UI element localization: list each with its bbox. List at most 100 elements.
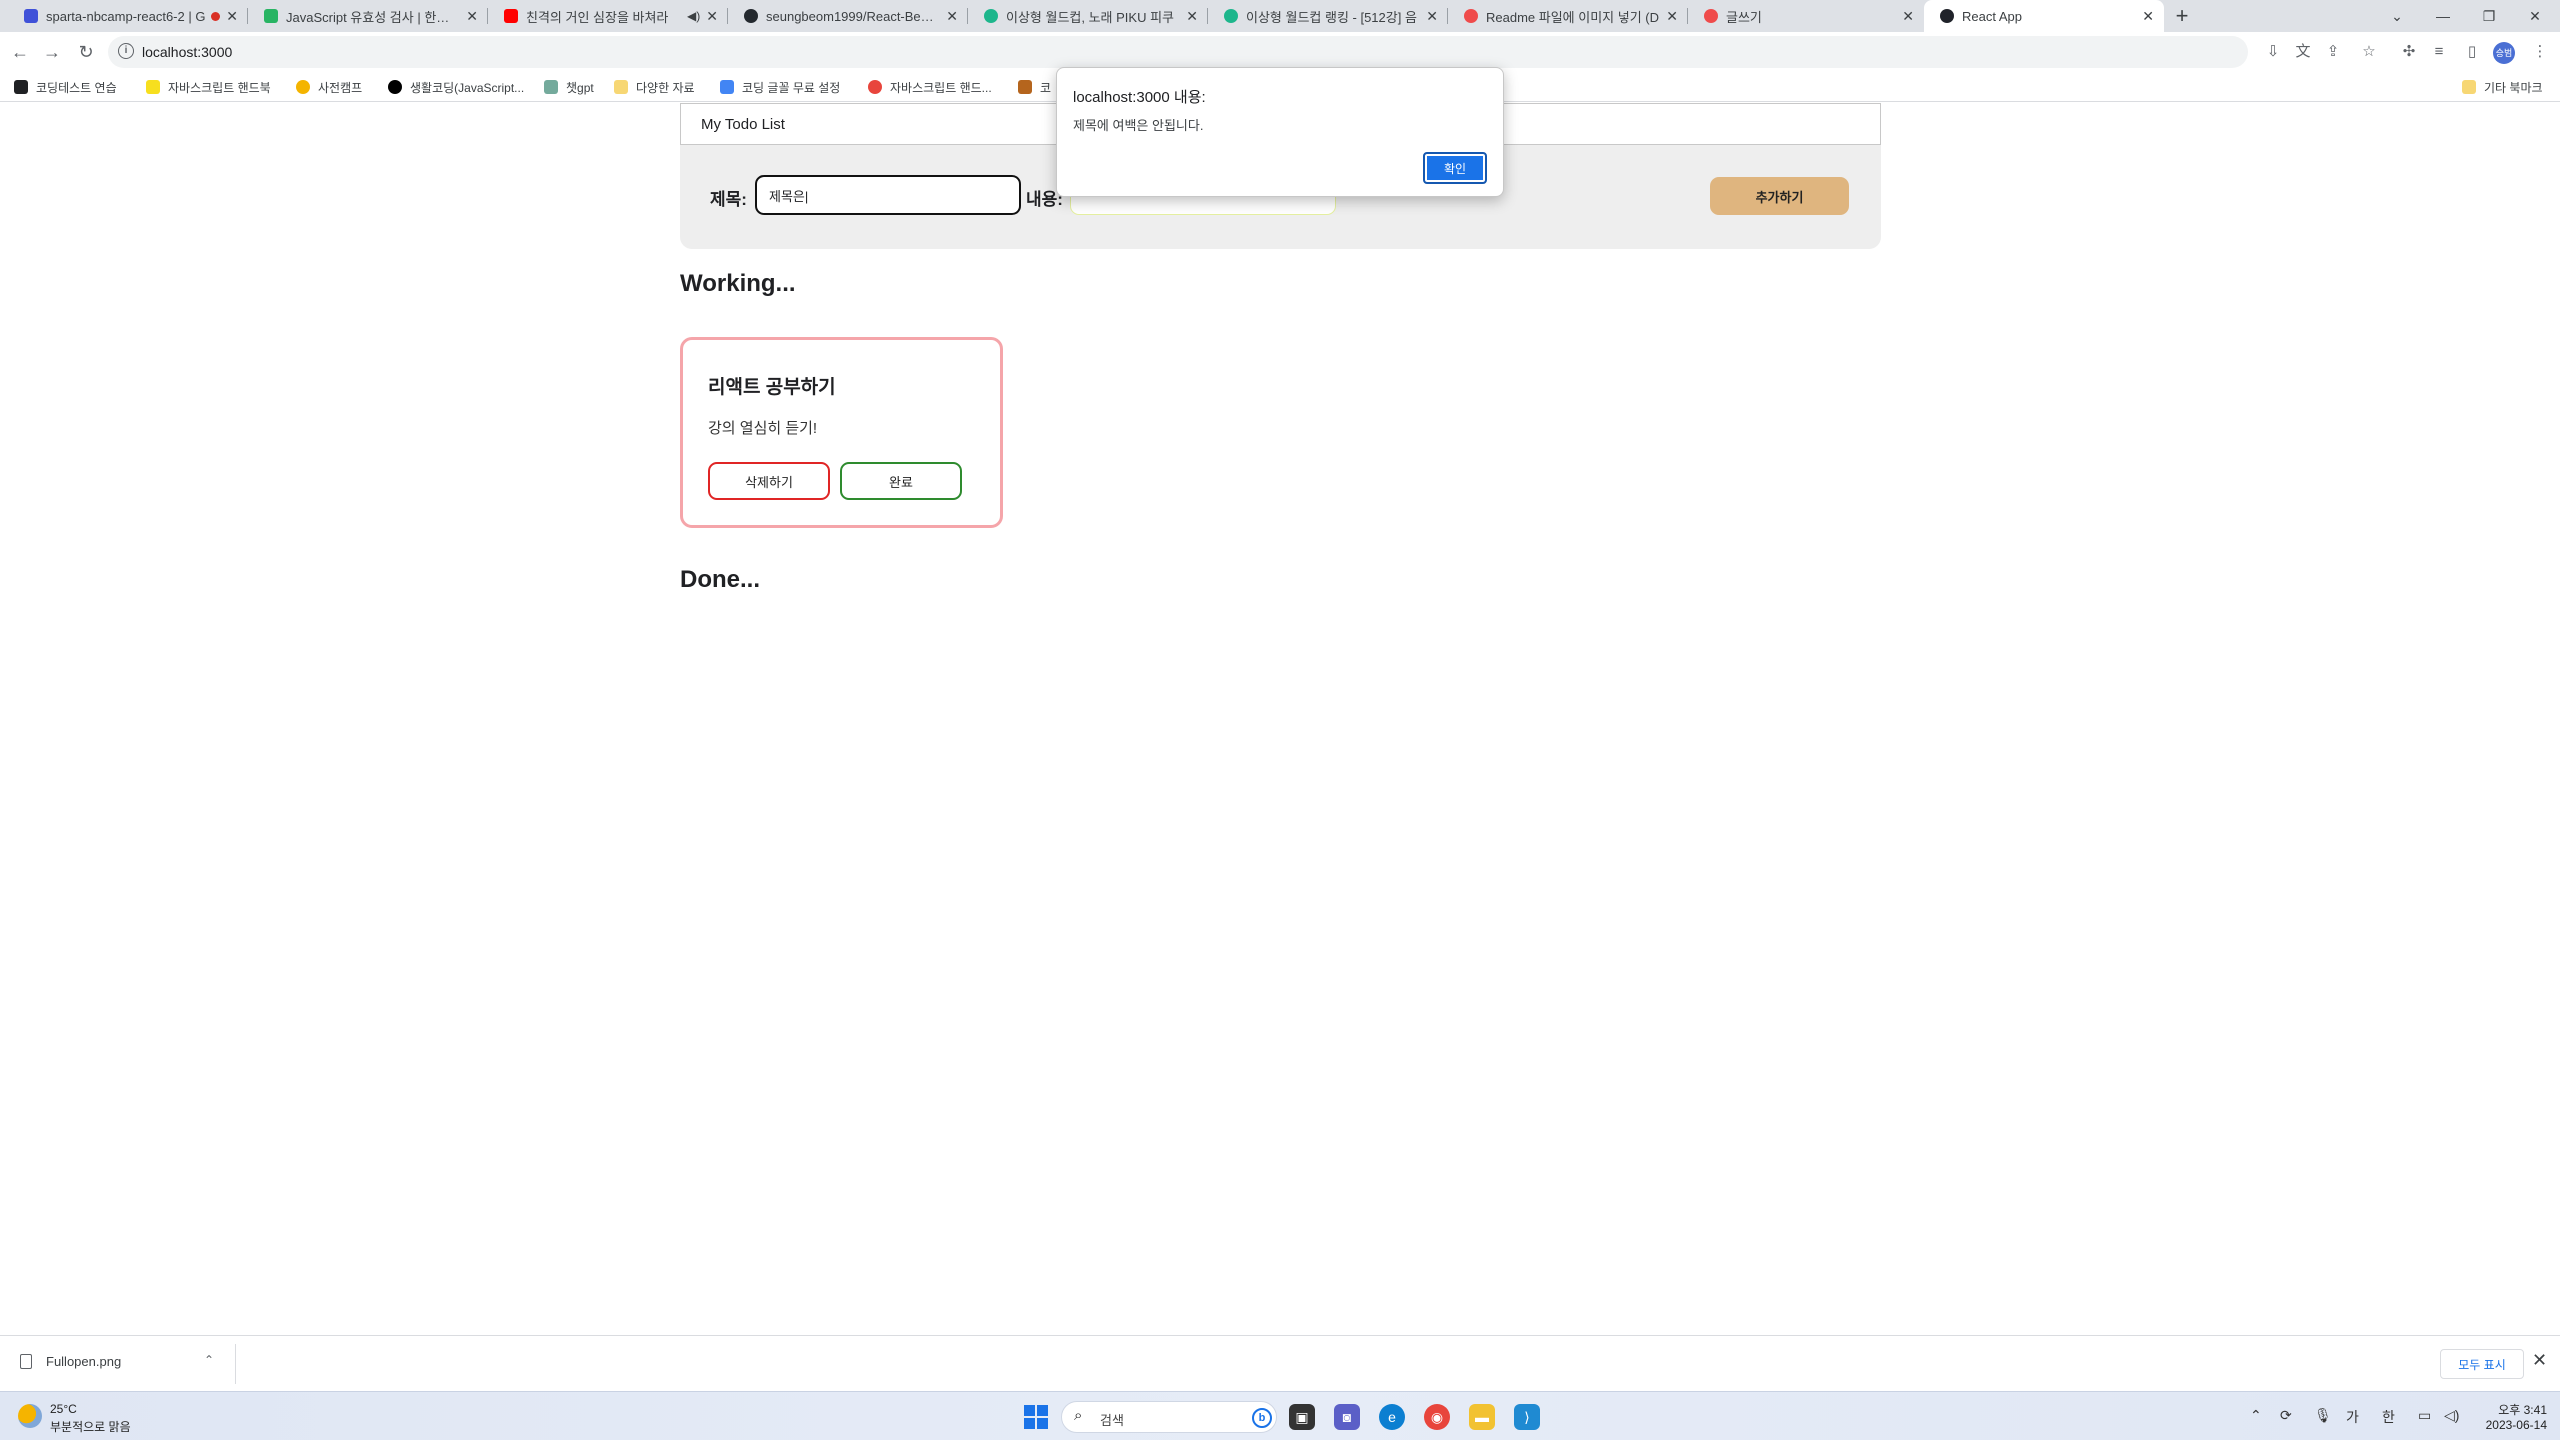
show-all-button[interactable]: 모두 표시 xyxy=(2440,1349,2524,1379)
show-hidden-icons[interactable]: ⌃ xyxy=(2250,1407,2262,1424)
minimize-button[interactable]: — xyxy=(2420,0,2466,32)
browser-tab[interactable]: 이상형 월드컵 랭킹 - [512강] 음 ✕ xyxy=(1208,0,1448,32)
audio-playing-icon[interactable]: ◀) xyxy=(687,9,700,23)
tab-title: 친격의 거인 심장을 바쳐라 xyxy=(526,9,669,25)
search-placeholder: 검색 xyxy=(1100,1413,1124,1428)
weather-temperature: 25°C xyxy=(50,1402,77,1416)
browser-tab[interactable]: 친격의 거인 심장을 바쳐라 ◀) ✕ xyxy=(488,0,728,32)
bookmark-item[interactable]: 사전캠프 xyxy=(296,78,362,96)
done-section-title: Done... xyxy=(680,566,761,593)
browser-tab[interactable]: Readme 파일에 이미지 넣기 (D ✕ xyxy=(1448,0,1688,32)
browser-tab-active[interactable]: React App ✕ xyxy=(1924,0,2164,32)
tab-title: JavaScript 유효성 검사 | 한글, 영 xyxy=(286,9,461,25)
tab-favicon-icon xyxy=(504,9,518,23)
weather-icon[interactable] xyxy=(18,1404,42,1428)
bookmark-star-icon[interactable]: ☆ xyxy=(2355,38,2383,66)
share-icon[interactable]: ⇪ xyxy=(2319,38,2347,66)
install-app-icon[interactable]: ⇩ xyxy=(2259,38,2287,66)
bookmark-folder[interactable]: 다양한 자료 xyxy=(614,78,695,96)
bookmark-item[interactable]: 코 xyxy=(1018,78,1051,96)
bookmark-item[interactable]: 챗gpt xyxy=(544,78,594,96)
close-download-bar-icon[interactable]: ✕ xyxy=(2532,1350,2547,1371)
chrome-icon[interactable]: ◉ xyxy=(1424,1404,1450,1430)
bookmark-label: 코딩 글꼴 무료 설정 xyxy=(742,80,841,95)
reading-list-icon[interactable]: ≡ xyxy=(2425,38,2453,66)
bookmark-favicon-icon xyxy=(720,80,734,94)
tab-close-icon[interactable]: ✕ xyxy=(1902,8,1914,25)
tab-close-icon[interactable]: ✕ xyxy=(466,8,478,25)
tab-close-icon[interactable]: ✕ xyxy=(1666,8,1678,25)
close-window-button[interactable]: ✕ xyxy=(2512,0,2558,32)
menu-icon[interactable]: ⋮ xyxy=(2526,38,2554,66)
browser-tab[interactable]: JavaScript 유효성 검사 | 한글, 영 ✕ xyxy=(248,0,488,32)
tab-favicon-icon xyxy=(984,9,998,23)
translate-icon[interactable]: 文 xyxy=(2289,38,2317,66)
profile-avatar[interactable]: 승범 xyxy=(2493,42,2515,64)
taskbar-search[interactable]: ⌕ 검색 b xyxy=(1061,1401,1277,1433)
side-panel-icon[interactable]: ▯ xyxy=(2458,38,2486,66)
tab-close-icon[interactable]: ✕ xyxy=(1426,8,1438,25)
react-favicon-icon xyxy=(1940,9,1954,23)
file-explorer-icon[interactable]: ▬ xyxy=(1469,1404,1495,1430)
tab-title: Readme 파일에 이미지 넣기 (D xyxy=(1486,9,1659,25)
add-button[interactable]: 추가하기 xyxy=(1710,177,1849,215)
volume-icon[interactable]: ◁) xyxy=(2444,1407,2459,1424)
chatgpt-icon xyxy=(544,80,558,94)
back-button[interactable]: ← xyxy=(4,36,36,68)
browser-tab[interactable]: sparta-nbcamp-react6-2 | G ✕ xyxy=(8,0,248,32)
tab-close-icon[interactable]: ✕ xyxy=(2142,8,2154,25)
network-icon[interactable]: ▭ xyxy=(2418,1407,2431,1424)
tab-close-icon[interactable]: ✕ xyxy=(706,8,718,25)
clock-date[interactable]: 2023-06-14 xyxy=(2472,1418,2547,1432)
task-view-icon[interactable]: ▣ xyxy=(1289,1404,1315,1430)
bookmark-label: 다양한 자료 xyxy=(636,80,695,95)
reload-button[interactable]: ↻ xyxy=(70,36,102,68)
other-bookmarks-folder[interactable]: 기타 북마크 xyxy=(2462,78,2543,96)
bing-icon[interactable]: b xyxy=(1252,1408,1272,1428)
tab-close-icon[interactable]: ✕ xyxy=(226,8,238,25)
bookmark-label: 자바스크립트 핸드북 xyxy=(168,80,271,95)
tab-close-icon[interactable]: ✕ xyxy=(1186,8,1198,25)
ime-mode-indicator[interactable]: 가 xyxy=(2346,1407,2359,1427)
tab-title: 이상형 월드컵, 노래 PIKU 피쿠 xyxy=(1006,9,1175,25)
tab-title: 이상형 월드컵 랭킹 - [512강] 음 xyxy=(1246,9,1417,25)
bookmark-item[interactable]: 자바스크립트 핸드... xyxy=(868,78,992,96)
file-icon xyxy=(20,1354,32,1369)
bookmark-item[interactable]: 코딩테스트 연습 xyxy=(14,78,117,96)
start-button[interactable] xyxy=(1024,1405,1048,1429)
bookmark-item[interactable]: 자바스크립트 핸드북 xyxy=(146,78,271,96)
extensions-icon[interactable]: ✣ xyxy=(2395,38,2423,66)
site-info-icon[interactable]: i xyxy=(118,43,134,59)
tab-title: React App xyxy=(1962,8,2022,24)
edge-icon[interactable]: e xyxy=(1379,1404,1405,1430)
bookmark-favicon-icon xyxy=(388,80,402,94)
title-input[interactable] xyxy=(755,175,1021,215)
tab-search-icon[interactable]: ⌄ xyxy=(2374,0,2420,32)
teams-chat-icon[interactable]: ◙ xyxy=(1334,1404,1360,1430)
bookmark-item[interactable]: 생활코딩(JavaScript... xyxy=(388,78,524,96)
language-indicator[interactable]: 한 xyxy=(2382,1407,2395,1427)
download-item[interactable]: Fullopen.png xyxy=(20,1354,121,1369)
bookmark-item[interactable]: 코딩 글꼴 무료 설정 xyxy=(720,78,840,96)
clock-time[interactable]: 오후 3:41 xyxy=(2497,1401,2547,1418)
microphone-icon[interactable]: 🎙 xyxy=(2314,1407,2332,1424)
taskbar: 25°C 부분적으로 맑음 ⌕ 검색 b ▣ ◙ e ◉ ▬ ⟩ ⌃ ⟳ 🎙 가… xyxy=(0,1391,2560,1440)
tab-close-icon[interactable]: ✕ xyxy=(946,8,958,25)
forward-button[interactable]: → xyxy=(36,36,68,68)
browser-tab[interactable]: 글쓰기 ✕ xyxy=(1688,0,1924,32)
new-tab-button[interactable]: + xyxy=(2168,2,2196,30)
alert-ok-button[interactable]: 확인 xyxy=(1423,152,1487,184)
browser-tab[interactable]: seungbeom1999/React-Beginne ✕ xyxy=(728,0,968,32)
browser-tab[interactable]: 이상형 월드컵, 노래 PIKU 피쿠 ✕ xyxy=(968,0,1208,32)
tab-favicon-icon xyxy=(1704,9,1718,23)
app-title: My Todo List xyxy=(701,115,785,133)
download-file-name: Fullopen.png xyxy=(46,1354,122,1369)
sync-icon[interactable]: ⟳ xyxy=(2280,1407,2292,1424)
vscode-icon[interactable]: ⟩ xyxy=(1514,1404,1540,1430)
todo-card: 리액트 공부하기 강의 열심히 듣기! 삭제하기 완료 xyxy=(680,337,1003,528)
delete-button[interactable]: 삭제하기 xyxy=(708,462,830,500)
complete-button[interactable]: 완료 xyxy=(840,462,962,500)
address-bar[interactable]: i localhost:3000 xyxy=(108,36,2248,68)
restore-button[interactable]: ❐ xyxy=(2466,0,2512,32)
chevron-up-icon[interactable]: ⌃ xyxy=(204,1353,214,1367)
